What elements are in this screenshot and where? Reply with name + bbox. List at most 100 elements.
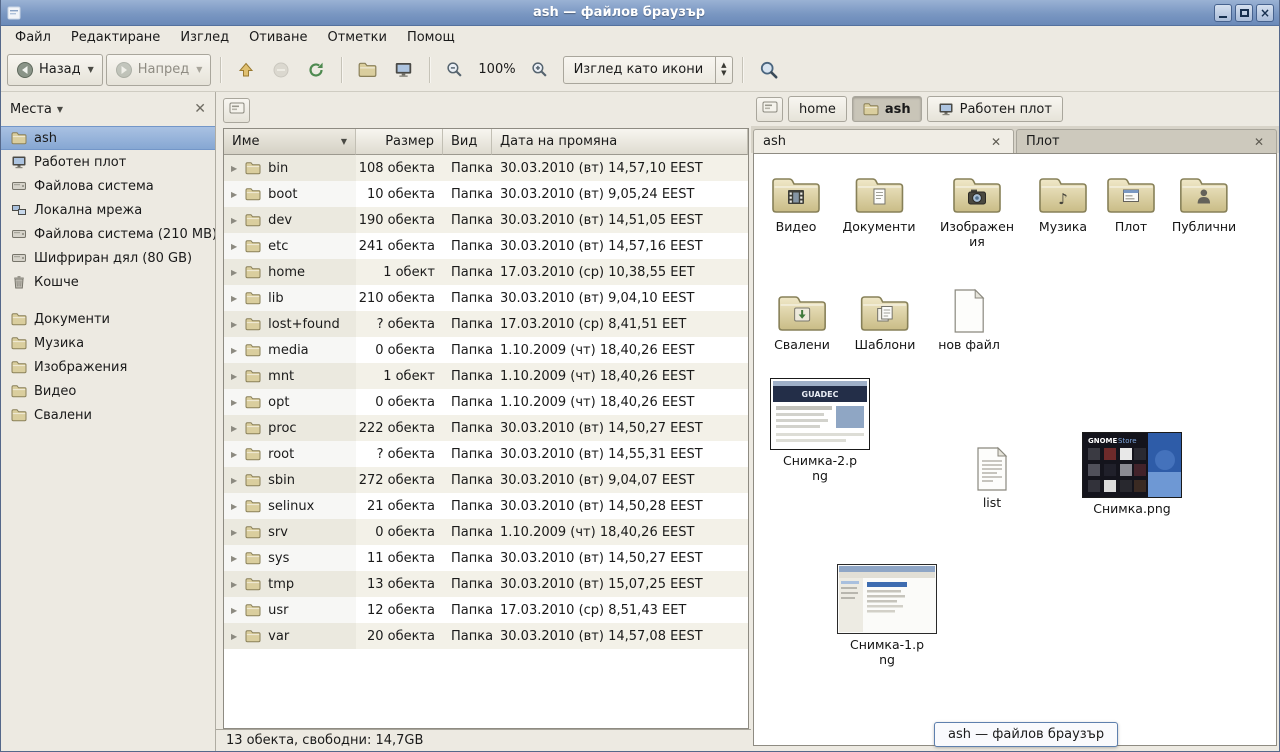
file-row[interactable]: ▶dev190 обектаПапка30.03.2010 (вт) 14,51… (224, 207, 748, 233)
breadcrumb-button[interactable]: ash (852, 96, 922, 122)
sidebar-item[interactable]: Видео (1, 379, 215, 403)
expander-icon[interactable]: ▶ (231, 424, 237, 433)
icon-view[interactable]: Видео Документи Изображения ♪Музика Плот Публ… (753, 153, 1277, 746)
icon-view-item[interactable]: Документи (842, 172, 915, 234)
sidebar-item[interactable]: Шифриран дял (80 GB) (1, 246, 215, 270)
expander-icon[interactable]: ▶ (231, 632, 237, 641)
sidebar-item[interactable]: Свалени (1, 403, 215, 427)
file-row[interactable]: ▶usr12 обектаПапка17.03.2010 (ср) 8,51,4… (224, 597, 748, 623)
tab[interactable]: Плот✕ (1016, 129, 1277, 153)
reload-button[interactable] (300, 54, 332, 86)
expander-icon[interactable]: ▶ (231, 372, 237, 381)
expander-icon[interactable]: ▶ (231, 398, 237, 407)
icon-view-item[interactable]: Шаблони (855, 290, 916, 352)
file-row[interactable]: ▶sbin272 обектаПапка30.03.2010 (вт) 9,04… (224, 467, 748, 493)
file-row[interactable]: ▶opt0 обектаПапка1.10.2009 (чт) 18,40,26… (224, 389, 748, 415)
icon-view-item[interactable]: нов файл (938, 288, 1000, 352)
sidebar-item[interactable]: Файлова система (210 MB) (1, 222, 215, 246)
file-row[interactable]: ▶lib210 обектаПапка30.03.2010 (вт) 9,04,… (224, 285, 748, 311)
menu-item[interactable]: Файл (5, 28, 61, 47)
icon-view-item[interactable]: Снимка-1.png (837, 564, 937, 667)
icon-view-item[interactable]: Изображения (937, 172, 1017, 249)
home-button[interactable] (351, 54, 384, 86)
stop-button[interactable] (265, 54, 297, 86)
expander-icon[interactable]: ▶ (231, 268, 237, 277)
close-button[interactable]: × (1256, 4, 1274, 22)
maximize-button[interactable] (1235, 4, 1253, 22)
zoom-out-button[interactable] (439, 54, 470, 86)
icon-view-item[interactable]: GNOMEStoreСнимка.png (1082, 432, 1182, 516)
file-row[interactable]: ▶lost+found? обектаПапка17.03.2010 (ср) … (224, 311, 748, 337)
expander-icon[interactable]: ▶ (231, 450, 237, 459)
tab-close-icon[interactable]: ✕ (1251, 134, 1267, 150)
expander-icon[interactable]: ▶ (231, 190, 237, 199)
expander-icon[interactable]: ▶ (231, 580, 237, 589)
column-header[interactable]: Име▼ (224, 129, 356, 155)
file-row[interactable]: ▶home1 обектПапка17.03.2010 (ср) 10,38,5… (224, 259, 748, 285)
icon-view-item[interactable]: Видео (769, 172, 823, 234)
toggle-location-entry-button[interactable] (223, 98, 250, 123)
expander-icon[interactable]: ▶ (231, 320, 237, 329)
column-header[interactable]: Вид (443, 129, 492, 155)
sidebar-item[interactable]: Документи (1, 307, 215, 331)
icon-view-item[interactable]: Свалени (774, 290, 830, 352)
sidebar-title-select[interactable]: Места ▼ (10, 102, 63, 117)
file-row[interactable]: ▶media0 обектаПапка1.10.2009 (чт) 18,40,… (224, 337, 748, 363)
file-row[interactable]: ▶srv0 обектаПапка1.10.2009 (чт) 18,40,26… (224, 519, 748, 545)
icon-view-item[interactable]: Плот (1104, 172, 1158, 234)
icon-view-item[interactable]: Публични (1172, 172, 1236, 234)
computer-button[interactable] (387, 54, 420, 86)
expander-icon[interactable]: ▶ (231, 346, 237, 355)
expander-icon[interactable]: ▶ (231, 606, 237, 615)
back-dropdown-icon[interactable]: ▼ (88, 65, 94, 74)
sidebar-item[interactable]: Файлова система (1, 174, 215, 198)
column-header[interactable]: Размер (356, 129, 443, 155)
forward-button[interactable]: Напред ▼ (106, 54, 212, 86)
sidebar-item[interactable]: Локална мрежа (1, 198, 215, 222)
file-row[interactable]: ▶var20 обектаПапка30.03.2010 (вт) 14,57,… (224, 623, 748, 649)
search-button[interactable] (752, 54, 786, 86)
file-row[interactable]: ▶root? обектаПапка30.03.2010 (вт) 14,55,… (224, 441, 748, 467)
tab-close-icon[interactable]: ✕ (988, 134, 1004, 150)
expander-icon[interactable]: ▶ (231, 528, 237, 537)
file-row[interactable]: ▶mnt1 обектПапка1.10.2009 (чт) 18,40,26 … (224, 363, 748, 389)
file-row[interactable]: ▶proc222 обектаПапка30.03.2010 (вт) 14,5… (224, 415, 748, 441)
file-row[interactable]: ▶sys11 обектаПапка30.03.2010 (вт) 14,50,… (224, 545, 748, 571)
toggle-location-entry-button[interactable] (756, 97, 783, 122)
icon-view-item[interactable]: ♪Музика (1036, 172, 1090, 234)
expander-icon[interactable]: ▶ (231, 216, 237, 225)
sidebar-item[interactable]: Изображения (1, 355, 215, 379)
up-button[interactable] (230, 54, 262, 86)
expander-icon[interactable]: ▶ (231, 164, 237, 173)
sidebar-item[interactable]: ash (1, 126, 215, 150)
file-row[interactable]: ▶bin108 обектаПапка30.03.2010 (вт) 14,57… (224, 155, 748, 181)
menu-item[interactable]: Изглед (170, 28, 239, 47)
menu-item[interactable]: Отметки (317, 28, 396, 47)
expander-icon[interactable]: ▶ (231, 294, 237, 303)
menu-item[interactable]: Редактиране (61, 28, 170, 47)
tab[interactable]: ash✕ (753, 129, 1014, 153)
view-mode-select[interactable]: Изглед като икони ▲▼ (563, 56, 733, 84)
file-row[interactable]: ▶boot10 обектаПапка30.03.2010 (вт) 9,05,… (224, 181, 748, 207)
menu-item[interactable]: Отиване (239, 28, 317, 47)
expander-icon[interactable]: ▶ (231, 476, 237, 485)
breadcrumb-button[interactable]: home (788, 96, 847, 122)
icon-view-item[interactable]: GUADECСнимка-2.png (770, 378, 870, 483)
sidebar-item[interactable]: Работен плот (1, 150, 215, 174)
file-row[interactable]: ▶tmp13 обектаПапка30.03.2010 (вт) 15,07,… (224, 571, 748, 597)
zoom-in-button[interactable] (524, 54, 555, 86)
sidebar-close-button[interactable]: ✕ (194, 102, 206, 116)
view-mode-spinner[interactable]: ▲▼ (715, 57, 731, 83)
icon-view-item[interactable]: list (973, 446, 1011, 510)
sidebar-item[interactable]: Кошче (1, 270, 215, 294)
sidebar-item[interactable]: Музика (1, 331, 215, 355)
file-row[interactable]: ▶etc241 обектаПапка30.03.2010 (вт) 14,57… (224, 233, 748, 259)
titlebar[interactable]: ash — файлов браузър × (1, 0, 1279, 26)
breadcrumb-button[interactable]: Работен плот (927, 96, 1063, 122)
menu-item[interactable]: Помощ (397, 28, 465, 47)
expander-icon[interactable]: ▶ (231, 242, 237, 251)
file-row[interactable]: ▶selinux21 обектаПапка30.03.2010 (вт) 14… (224, 493, 748, 519)
minimize-button[interactable] (1214, 4, 1232, 22)
expander-icon[interactable]: ▶ (231, 554, 237, 563)
expander-icon[interactable]: ▶ (231, 502, 237, 511)
